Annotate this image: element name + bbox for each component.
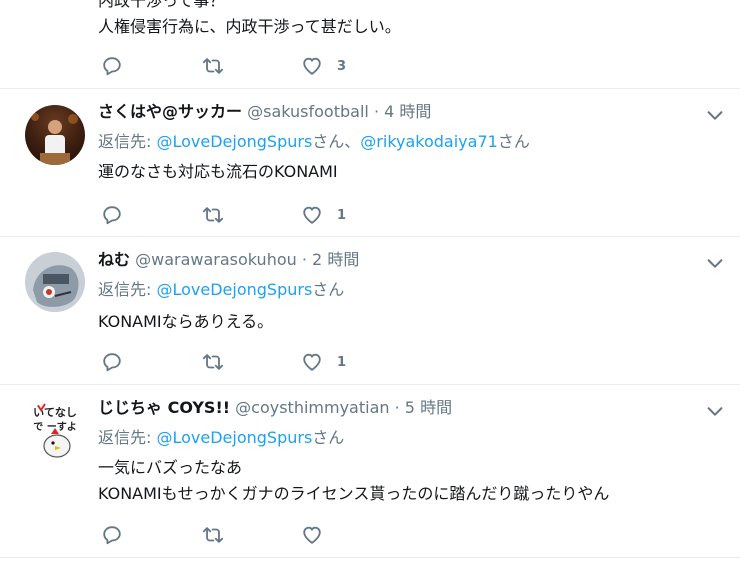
retweet-icon: [202, 58, 224, 74]
retweet-button[interactable]: [201, 523, 225, 547]
tweet-text: 一気にバズったなあ KONAMIもせっかくガナのライセンス貰ったのに踏んだり蹴っ…: [98, 455, 609, 507]
reply-prefix: 返信先:: [98, 132, 157, 151]
more-options-button[interactable]: [704, 104, 726, 126]
tweet-text-line: KONAMIもせっかくガナのライセンス貰ったのに踏んだり蹴ったりやん: [98, 484, 610, 503]
tweet-text-line: 運のなさも対応も流石のKONAMI: [98, 162, 338, 181]
mention-separator: さん、: [312, 132, 361, 151]
tweet[interactable]: さくはや@サッカー @sakusfootball · 4 時間 返信先: @Lo…: [0, 89, 740, 237]
like-button[interactable]: 3: [301, 54, 346, 78]
reply-icon: [103, 57, 121, 76]
mention-link[interactable]: @LoveDejongSpurs: [156, 428, 312, 447]
retweet-icon: [202, 354, 224, 370]
like-count: 1: [337, 354, 347, 370]
tweet[interactable]: 内政干渉って事？ 人権侵害行為に、内政干渉って甚だしい。 3: [0, 0, 740, 89]
reply-button[interactable]: [101, 523, 123, 547]
user-handle[interactable]: @sakusfootball: [247, 102, 369, 121]
tweet-text-line: 内政干渉って事？: [98, 0, 226, 10]
display-name[interactable]: さくはや@サッカー: [98, 102, 242, 121]
tweet-text: 運のなさも対応も流石のKONAMI: [98, 159, 338, 185]
like-button[interactable]: 1: [301, 350, 346, 374]
heart-icon: [303, 353, 321, 371]
like-button[interactable]: [301, 523, 337, 547]
like-button[interactable]: 1: [301, 203, 346, 227]
tweet[interactable]: いてなし で ーすよ じじちゃ COYS!! @coysthimmyatian …: [0, 385, 740, 558]
retweet-icon: [202, 527, 224, 543]
chevron-down-icon: [707, 111, 723, 120]
reply-button[interactable]: [101, 350, 123, 374]
separator-dot: ·: [301, 250, 307, 269]
more-options-button[interactable]: [704, 252, 726, 274]
tweet-actions: [98, 523, 398, 547]
tweet-text-line: 一気にバズったなあ: [98, 458, 243, 477]
tweet-text-line: KONAMIならありえる。: [98, 312, 274, 331]
reply-icon: [103, 206, 121, 225]
reply-context: 返信先: @LoveDejongSpursさん、@rikyakodaiya71さ…: [98, 131, 530, 153]
reply-button[interactable]: [101, 203, 123, 227]
tweet-header: さくはや@サッカー @sakusfootball · 4 時間: [98, 101, 431, 123]
tweet-actions: 1: [98, 350, 398, 374]
avatar[interactable]: いてなし で ーすよ: [25, 400, 85, 460]
display-name[interactable]: ねむ: [98, 250, 130, 269]
user-handle[interactable]: @warawarasokuhou: [135, 250, 297, 269]
avatar-image: [31, 113, 78, 165]
reply-prefix: 返信先:: [98, 428, 157, 447]
avatar[interactable]: [25, 252, 85, 312]
heart-icon: [303, 206, 321, 224]
reply-context: 返信先: @LoveDejongSpursさん: [98, 279, 344, 301]
separator-dot: ·: [394, 398, 400, 417]
mention-link[interactable]: @LoveDejongSpurs: [156, 280, 312, 299]
tweet[interactable]: ねむ @warawarasokuhou · 2 時間 返信先: @LoveDej…: [0, 237, 740, 385]
user-handle[interactable]: @coysthimmyatian: [235, 398, 389, 417]
avatar[interactable]: [25, 105, 85, 165]
tweet-text: KONAMIならありえる。: [98, 309, 273, 335]
heart-icon: [303, 57, 321, 75]
avatar-image: いてなし で ーすよ: [25, 400, 85, 460]
retweet-button[interactable]: [201, 203, 225, 227]
tweet-header: じじちゃ COYS!! @coysthimmyatian · 5 時間: [98, 397, 452, 419]
display-name[interactable]: じじちゃ COYS!!: [98, 398, 230, 417]
separator-dot: ·: [373, 102, 380, 121]
mention-suffix: さん: [497, 132, 530, 151]
mention-suffix: さん: [312, 428, 345, 447]
tweet-text: 内政干渉って事？ 人権侵害行為に、内政干渉って甚だしい。: [98, 0, 401, 40]
reply-prefix: 返信先:: [98, 280, 157, 299]
more-options-button[interactable]: [704, 400, 726, 422]
chevron-down-icon: [707, 259, 723, 268]
like-count: 1: [337, 207, 347, 223]
mention-link[interactable]: @rikyakodaiya71: [360, 132, 498, 151]
tweet-time[interactable]: 5 時間: [405, 398, 452, 417]
reply-context: 返信先: @LoveDejongSpursさん: [98, 427, 344, 449]
avatar-image: [25, 252, 85, 312]
mention-suffix: さん: [312, 280, 345, 299]
tweet-header: ねむ @warawarasokuhou · 2 時間: [98, 249, 359, 271]
retweet-icon: [202, 207, 224, 223]
retweet-button[interactable]: [201, 54, 225, 78]
reply-button[interactable]: [101, 54, 123, 78]
mention-link[interactable]: @LoveDejongSpurs: [156, 132, 312, 151]
tweet-text-line: 人権侵害行為に、内政干渉って甚だしい。: [98, 17, 401, 36]
reply-icon: [103, 353, 121, 372]
heart-icon: [303, 526, 321, 544]
tweet-time[interactable]: 2 時間: [312, 250, 359, 269]
chevron-down-icon: [707, 407, 723, 416]
like-count: 3: [337, 58, 347, 74]
tweet-actions: 3: [98, 54, 398, 78]
reply-icon: [103, 526, 121, 545]
retweet-button[interactable]: [201, 350, 225, 374]
tweet-actions: 1: [98, 203, 398, 227]
tweet-time[interactable]: 4 時間: [384, 102, 431, 121]
